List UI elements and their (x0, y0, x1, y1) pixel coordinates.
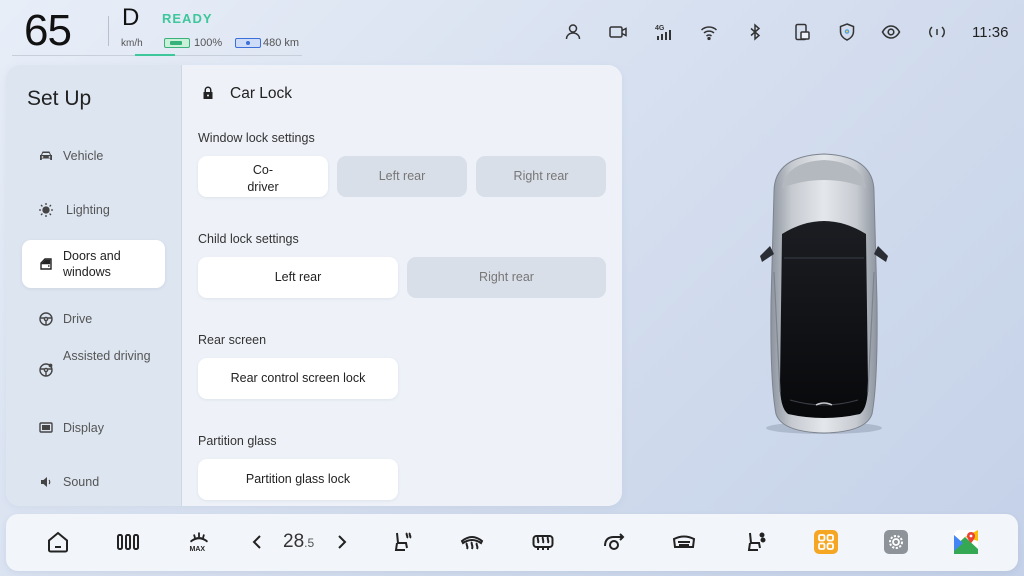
sidebar-item-label: Drive (63, 312, 93, 326)
rear-control-screen-lock-button[interactable]: Rear control screen lock (198, 358, 398, 399)
bluetooth-icon[interactable] (745, 22, 765, 42)
sidebar-item-drive[interactable]: Drive (22, 295, 165, 343)
door-icon (38, 256, 54, 272)
sidebar-title: Set Up (27, 87, 92, 110)
car-icon (38, 148, 54, 164)
sidebar-item-label: Lighting (66, 203, 110, 217)
bottom-dock: MAX 28.5 (6, 514, 1018, 571)
window-lock-right-rear-button[interactable]: Right rear (476, 156, 606, 197)
sidebar-item-sound[interactable]: Sound (22, 458, 165, 506)
speed-readout: 65 (24, 6, 72, 55)
child-lock-right-rear-button[interactable]: Right rear (407, 257, 606, 298)
max-defrost-icon[interactable]: MAX (185, 528, 213, 556)
temperature-decimal: .5 (304, 536, 315, 550)
broadcast-icon[interactable] (927, 22, 947, 42)
sidebar-item-display[interactable]: Display (22, 404, 165, 452)
sidebar-item-vehicle[interactable]: Vehicle (22, 132, 165, 180)
massage-seat-icon[interactable] (741, 528, 769, 556)
steering-wheel-icon (38, 311, 54, 327)
wifi-icon[interactable] (699, 22, 719, 42)
status-bar: 65 D km/h READY 100% 480 km 4G 11:36 (0, 0, 1024, 62)
temperature-value: 28 (283, 531, 305, 552)
split-screen-icon[interactable] (114, 528, 142, 556)
window-lock-co-driver-button[interactable]: Co- driver (198, 156, 328, 197)
temperature-display[interactable]: 28.5 (283, 531, 314, 553)
window-lock-co-driver-label: Co- driver (247, 162, 279, 194)
apps-icon[interactable] (812, 528, 840, 556)
signal-4g-icon: 4G (654, 22, 674, 42)
sidebar-item-label: Doors and windows (63, 249, 121, 279)
speed-underline-accent (135, 54, 175, 56)
light-icon (38, 202, 54, 218)
display-icon (38, 420, 54, 436)
ready-status: READY (162, 11, 213, 26)
temp-decrease-icon[interactable] (247, 530, 267, 554)
battery-percent: 100% (194, 37, 223, 49)
child-lock-label: Child lock settings (198, 232, 299, 246)
window-lock-label: Window lock settings (198, 131, 315, 145)
rear-defrost-icon[interactable] (529, 528, 557, 556)
partition-glass-label: Partition glass (198, 434, 277, 448)
assisted-driving-icon (38, 362, 54, 378)
lock-icon (200, 85, 216, 101)
child-lock-left-rear-button[interactable]: Left rear (198, 257, 398, 298)
sidebar-item-lighting[interactable]: Lighting (22, 186, 165, 234)
security-shield-icon[interactable] (837, 22, 857, 42)
sidebar-item-label: Sound (63, 475, 100, 489)
range-icon (235, 38, 261, 48)
rear-screen-label: Rear screen (198, 333, 267, 347)
front-defrost-icon[interactable] (458, 528, 486, 556)
home-icon[interactable] (44, 528, 72, 556)
maps-icon[interactable] (952, 528, 980, 556)
car-top-view (760, 152, 888, 436)
partition-glass-lock-button[interactable]: Partition glass lock (198, 459, 398, 500)
sidebar-item-label: Vehicle (63, 149, 104, 163)
range-value: 480 km (263, 37, 300, 49)
sidebar-item-assisted-driving[interactable]: Assisted driving (22, 341, 165, 389)
seat-heat-icon[interactable] (388, 528, 416, 556)
air-recirculation-icon[interactable] (600, 528, 628, 556)
sidebar-item-label: Display (63, 421, 104, 435)
battery-icon (164, 38, 190, 48)
svg-text:4G: 4G (655, 25, 665, 32)
phone-card-icon[interactable] (792, 22, 812, 42)
dashcam-icon[interactable] (608, 22, 628, 42)
section-title: Car Lock (230, 85, 293, 102)
window-lock-left-rear-button[interactable]: Left rear (337, 156, 467, 197)
speed-unit: km/h (121, 38, 143, 49)
car-lock-content: Car Lock Window lock settings Co- driver… (181, 65, 622, 506)
sidebar-item-doors-and-windows[interactable]: Doors and windows (22, 240, 165, 288)
speaker-icon (38, 474, 54, 490)
speed-divider (108, 16, 109, 46)
settings-sidebar: Set Up Vehicle Lighting Doors and window… (6, 65, 181, 506)
seat-ventilation-icon[interactable] (670, 528, 698, 556)
settings-panel: Set Up Vehicle Lighting Doors and window… (6, 65, 622, 506)
settings-icon[interactable] (882, 528, 910, 556)
profile-icon[interactable] (563, 22, 583, 42)
gear-indicator: D (122, 4, 140, 31)
sidebar-item-label: Assisted driving (63, 349, 151, 364)
eye-icon[interactable] (881, 22, 901, 42)
temp-increase-icon[interactable] (332, 530, 352, 554)
svg-text:MAX: MAX (190, 546, 206, 553)
clock: 11:36 (972, 24, 1009, 41)
